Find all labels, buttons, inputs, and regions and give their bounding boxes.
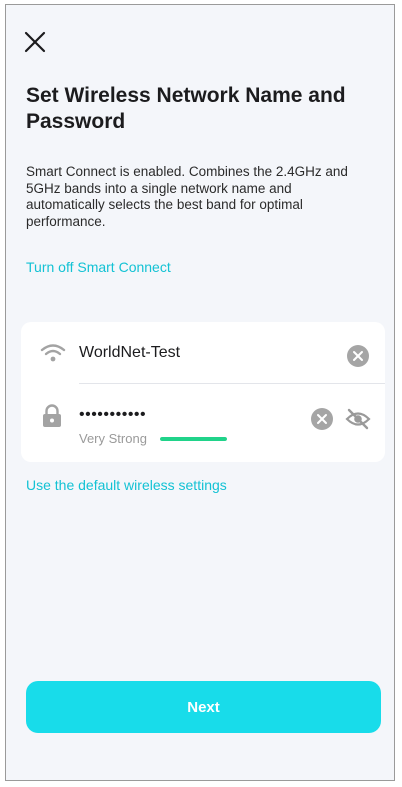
eye-off-icon[interactable] — [345, 407, 371, 431]
password-strength-label: Very Strong — [79, 431, 147, 446]
clear-network-name-icon[interactable] — [347, 345, 369, 367]
next-button[interactable]: Next — [26, 681, 381, 733]
smart-connect-description: Smart Connect is enabled. Combines the 2… — [26, 164, 348, 229]
clear-password-icon[interactable] — [311, 408, 333, 430]
page-title: Set Wireless Network Name and Password — [26, 84, 346, 133]
screen: Set Wireless Network Name and Password S… — [5, 4, 395, 781]
wireless-settings-card: WorldNet-Test ••••••••••• Very Strong — [21, 322, 385, 462]
divider — [79, 383, 385, 384]
wifi-icon — [40, 342, 66, 369]
network-name-input[interactable]: WorldNet-Test — [79, 344, 180, 362]
password-strength-fill — [160, 437, 227, 441]
close-icon[interactable] — [24, 31, 46, 53]
password-input[interactable]: ••••••••••• — [79, 406, 146, 424]
password-strength-bar — [160, 437, 227, 441]
turn-off-smart-connect-link[interactable]: Turn off Smart Connect — [26, 259, 171, 275]
use-default-settings-link[interactable]: Use the default wireless settings — [26, 477, 227, 493]
lock-icon — [41, 404, 63, 433]
